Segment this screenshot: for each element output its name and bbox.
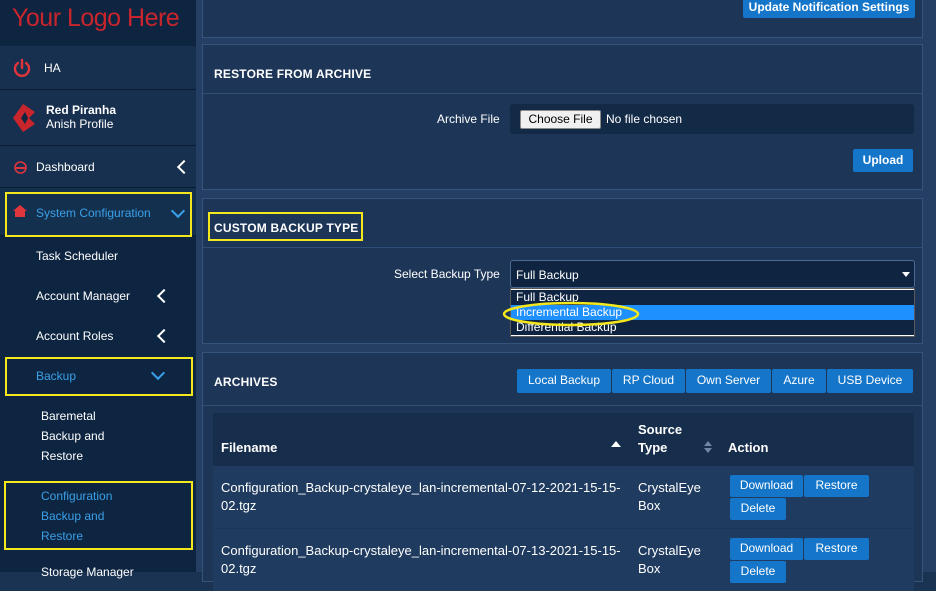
sidebar-item-storage-manager[interactable]: Storage Manager — [41, 562, 134, 582]
sidebar-profile[interactable]: Red Piranha Anish Profile — [0, 90, 196, 146]
upload-button[interactable]: Upload — [853, 149, 913, 172]
divider — [203, 247, 922, 248]
row-filename-line2: 02.tgz — [221, 498, 257, 513]
sidebar-item-account-roles[interactable]: Account Roles — [36, 326, 113, 346]
row-source-line2: Box — [638, 498, 661, 513]
notification-panel: Update Notification Settings — [202, 0, 923, 38]
update-notification-settings-button[interactable]: Update Notification Settings — [743, 0, 915, 18]
choose-file-button[interactable]: Choose File — [520, 110, 601, 129]
divider — [203, 405, 922, 406]
chevron-left-icon — [156, 288, 172, 304]
row-source-line1: CrystalEye — [638, 480, 701, 495]
caret-down-icon — [902, 272, 910, 277]
archives-title: ARCHIVES — [214, 375, 278, 389]
tab-local-backup[interactable]: Local Backup — [517, 369, 611, 393]
row-filename-line2: 02.tgz — [221, 561, 257, 576]
chevron-left-icon — [176, 159, 192, 175]
backup-type-select[interactable]: Full Backup — [510, 260, 915, 288]
highlight-ellipse — [502, 301, 640, 327]
baremetal-line2: Backup and — [41, 429, 105, 443]
power-icon — [13, 58, 31, 77]
restore-panel: RESTORE FROM ARCHIVE Archive File Choose… — [202, 44, 923, 190]
select-backup-type-label: Select Backup Type — [394, 267, 500, 281]
sort-asc-icon[interactable] — [611, 441, 621, 447]
sidebar-item-dashboard[interactable]: Dashboard — [0, 146, 196, 188]
main-content: Update Notification Settings RESTORE FRO… — [196, 0, 936, 591]
delete-button[interactable]: Delete — [730, 561, 786, 583]
delete-button[interactable]: Delete — [730, 498, 786, 520]
dashboard-icon — [14, 161, 27, 174]
download-button[interactable]: Download — [730, 475, 803, 497]
row-filename-line1: Configuration_Backup-crystaleye_lan-incr… — [221, 543, 621, 558]
sort-both-icon[interactable] — [704, 440, 712, 454]
highlight-system-configuration — [5, 192, 192, 237]
sidebar-item-task-scheduler[interactable]: Task Scheduler — [36, 246, 118, 266]
restore-title: RESTORE FROM ARCHIVE — [214, 67, 372, 81]
table-header: Filename Source Type Action — [213, 413, 914, 466]
archives-panel: ARCHIVES Local Backup RP Cloud Own Serve… — [202, 352, 923, 591]
row-source-line1: CrystalEye — [638, 543, 701, 558]
tab-rp-cloud[interactable]: RP Cloud — [612, 369, 685, 393]
tab-usb-device[interactable]: USB Device — [827, 369, 913, 393]
restore-button[interactable]: Restore — [804, 538, 869, 560]
sidebar-item-account-manager[interactable]: Account Manager — [36, 286, 130, 306]
column-filename[interactable]: Filename — [221, 440, 277, 455]
highlight-custom-backup-title — [208, 212, 363, 241]
dashboard-label: Dashboard — [36, 160, 95, 174]
row-source-line2: Box — [638, 561, 661, 576]
baremetal-line3: Restore — [41, 449, 84, 463]
table-row: Configuration_Backup-crystaleye_lan-incr… — [213, 529, 914, 591]
tab-own-server[interactable]: Own Server — [686, 369, 771, 393]
archive-file-input[interactable]: Choose File No file chosen — [510, 104, 914, 134]
highlight-configuration-backup — [4, 481, 193, 550]
profile-sub: Anish Profile — [46, 117, 114, 131]
ha-label: HA — [44, 61, 61, 75]
sidebar: Your Logo Here HA Red Piranha Anish Prof… — [0, 0, 196, 579]
row-filename-line1: Configuration_Backup-crystaleye_lan-incr… — [221, 480, 621, 495]
table-row: Configuration_Backup-crystaleye_lan-incr… — [213, 466, 914, 528]
chevron-left-icon — [156, 328, 172, 344]
column-action: Action — [728, 440, 769, 455]
column-source[interactable]: Source — [638, 422, 682, 437]
sidebar-ha-row[interactable]: HA — [0, 46, 196, 90]
tab-azure[interactable]: Azure — [772, 369, 826, 393]
divider — [203, 93, 922, 94]
restore-button[interactable]: Restore — [804, 475, 869, 497]
no-file-text: No file chosen — [606, 112, 683, 126]
baremetal-line1: Baremetal — [41, 409, 96, 423]
download-button[interactable]: Download — [730, 538, 803, 560]
archive-file-label: Archive File — [437, 112, 500, 126]
profile-name: Red Piranha — [46, 103, 117, 117]
custom-backup-panel: CUSTOM BACKUP TYPE Select Backup Type Fu… — [202, 198, 923, 344]
backup-type-selected: Full Backup — [516, 268, 579, 282]
logo: Your Logo Here — [12, 4, 180, 32]
column-type: Type — [638, 440, 668, 455]
red-piranha-icon — [13, 104, 35, 132]
highlight-backup — [5, 357, 193, 396]
